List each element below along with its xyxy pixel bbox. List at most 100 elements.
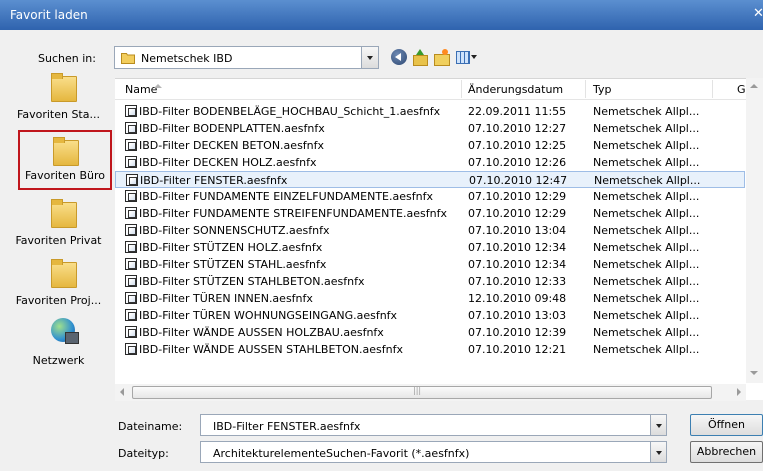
sort-ascending-icon — [154, 84, 162, 88]
file-type-cell: Nemetschek Allpl... — [593, 343, 700, 356]
file-icon — [125, 139, 137, 151]
file-name: IBD-Filter FUNDAMENTE STREIFENFUNDAMENTE… — [139, 207, 447, 220]
filetype-select[interactable]: ArchitekturelementeSuchen-Favorit (*.aes… — [200, 441, 667, 463]
file-name-cell: IBD-Filter FUNDAMENTE STREIFENFUNDAMENTE… — [125, 207, 470, 220]
file-name-cell: IBD-Filter WÄNDE AUSSEN HOLZBAU.aesfnfx — [125, 326, 470, 339]
filename-label: Dateiname: — [118, 420, 183, 433]
file-type-cell: Nemetschek Allpl... — [593, 275, 700, 288]
file-icon — [125, 258, 137, 270]
table-row[interactable]: IBD-Filter WÄNDE AUSSEN STAHLBETON.aesfn… — [115, 341, 745, 358]
look-in-combo[interactable]: Nemetschek IBD — [114, 46, 379, 69]
network-icon — [51, 318, 79, 344]
file-date-cell: 07.10.2010 12:47 — [469, 174, 568, 187]
scroll-right-icon[interactable] — [737, 388, 741, 396]
table-row[interactable]: IBD-Filter STÜTZEN STAHL.aesfnfx 07.10.20… — [115, 256, 745, 273]
column-divider[interactable] — [461, 80, 462, 98]
table-row[interactable]: IBD-Filter STÜTZEN STAHLBETON.aesfnfx 07.… — [115, 273, 745, 290]
table-row[interactable]: IBD-Filter FENSTER.aesfnfx 07.10.2010 12:… — [115, 171, 745, 188]
table-row[interactable]: IBD-Filter TÜREN WOHNUNGSEINGANG.aesfnfx… — [115, 307, 745, 324]
column-header-size[interactable]: G — [737, 83, 746, 96]
file-name: IBD-Filter BODENBELÄGE_HOCHBAU_Schicht_1… — [139, 105, 441, 118]
file-list[interactable]: Name Änderungsdatum Typ G IBD-Filter BOD… — [115, 78, 763, 400]
column-header-name[interactable]: Name — [125, 83, 157, 96]
file-type-cell: Nemetschek Allpl... — [593, 139, 700, 152]
column-divider[interactable] — [712, 80, 713, 98]
filename-field[interactable]: IBD-Filter FENSTER.aesfnfx — [200, 414, 667, 436]
close-icon[interactable]: ✕ — [753, 6, 763, 21]
file-name-cell: IBD-Filter BODENBELÄGE_HOCHBAU_Schicht_1… — [125, 105, 470, 118]
filename-value: IBD-Filter FENSTER.aesfnfx — [213, 420, 361, 433]
file-name-cell: IBD-Filter TÜREN WOHNUNGSEINGANG.aesfnfx — [125, 309, 470, 322]
table-row[interactable]: IBD-Filter TÜREN INNEN.aesfnfx 12.10.2010… — [115, 290, 745, 307]
table-row[interactable]: IBD-Filter BODENBELÄGE_HOCHBAU_Schicht_1… — [115, 103, 745, 120]
file-icon — [125, 156, 137, 168]
file-icon — [126, 174, 138, 186]
folder-icon — [121, 51, 135, 67]
look-in-dropdown-icon[interactable] — [361, 47, 378, 68]
list-header: Name Änderungsdatum Typ G — [115, 79, 763, 100]
file-date-cell: 07.10.2010 12:29 — [468, 207, 567, 220]
table-row[interactable]: IBD-Filter FUNDAMENTE EINZELFUNDAMENTE.a… — [115, 188, 745, 205]
file-name: IBD-Filter STÜTZEN HOLZ.aesfnfx — [139, 241, 323, 254]
file-name-cell: IBD-Filter DECKEN HOLZ.aesfnfx — [125, 156, 470, 169]
table-row[interactable]: IBD-Filter BODENPLATTEN.aesfnfx 07.10.201… — [115, 120, 745, 137]
file-name-cell: IBD-Filter SONNENSCHUTZ.aesfnfx — [125, 224, 470, 237]
file-date-cell: 07.10.2010 12:25 — [468, 139, 567, 152]
column-header-type[interactable]: Typ — [593, 83, 612, 96]
place-favoriten-projekt[interactable]: Favoriten Proj... — [8, 258, 109, 318]
scroll-up-icon[interactable] — [750, 84, 758, 88]
table-row[interactable]: IBD-Filter DECKEN HOLZ.aesfnfx 07.10.2010… — [115, 154, 745, 171]
file-type-cell: Nemetschek Allpl... — [593, 122, 700, 135]
filename-dropdown-icon[interactable] — [650, 415, 666, 435]
place-label: Favoriten Sta... — [17, 108, 100, 121]
file-name-cell: IBD-Filter TÜREN INNEN.aesfnfx — [125, 292, 470, 305]
file-type-cell: Nemetschek Allpl... — [593, 292, 700, 305]
file-icon — [125, 190, 137, 202]
file-icon — [125, 292, 137, 304]
place-netzwerk[interactable]: Netzwerk — [8, 318, 109, 378]
file-date-cell: 07.10.2010 12:29 — [468, 190, 567, 203]
file-date-cell: 07.10.2010 12:27 — [468, 122, 567, 135]
place-label: Favoriten Büro — [25, 169, 105, 182]
open-button[interactable]: Öffnen — [690, 414, 763, 436]
table-row[interactable]: IBD-Filter FUNDAMENTE STREIFENFUNDAMENTE… — [115, 205, 745, 222]
file-name-cell: IBD-Filter STÜTZEN STAHL.aesfnfx — [125, 258, 470, 271]
place-favoriten-buero[interactable]: Favoriten Büro — [18, 130, 112, 190]
place-label: Favoriten Proj... — [15, 294, 102, 307]
folder-icon — [53, 136, 79, 166]
file-name: IBD-Filter FUNDAMENTE EINZELFUNDAMENTE.a… — [139, 190, 433, 203]
table-row[interactable]: IBD-Filter SONNENSCHUTZ.aesfnfx 07.10.201… — [115, 222, 745, 239]
place-favoriten-privat[interactable]: Favoriten Privat — [8, 198, 109, 258]
file-date-cell: 07.10.2010 12:26 — [468, 156, 567, 169]
column-header-date[interactable]: Änderungsdatum — [468, 83, 563, 96]
file-type-cell: Nemetschek Allpl... — [593, 224, 700, 237]
file-name-cell: IBD-Filter DECKEN BETON.aesfnfx — [125, 139, 470, 152]
new-folder-icon[interactable] — [433, 49, 450, 66]
back-icon[interactable] — [391, 49, 407, 65]
cancel-button[interactable]: Abbrechen — [690, 441, 763, 463]
look-in-label: Suchen in: — [38, 52, 96, 65]
file-date-cell: 22.09.2011 11:55 — [468, 105, 567, 118]
file-name: IBD-Filter DECKEN HOLZ.aesfnfx — [139, 156, 317, 169]
file-type-cell: Nemetschek Allpl... — [593, 326, 700, 339]
file-date-cell: 07.10.2010 12:34 — [468, 241, 567, 254]
scroll-left-icon[interactable] — [120, 388, 124, 396]
table-row[interactable]: IBD-Filter DECKEN BETON.aesfnfx 07.10.201… — [115, 137, 745, 154]
horizontal-scrollbar[interactable] — [115, 384, 746, 401]
scrollbar-thumb[interactable] — [132, 386, 712, 399]
place-favoriten-standard[interactable]: Favoriten Sta... — [8, 72, 109, 132]
up-folder-icon[interactable] — [412, 49, 428, 66]
table-row[interactable]: IBD-Filter WÄNDE AUSSEN HOLZBAU.aesfnfx 0… — [115, 324, 745, 341]
file-name-cell: IBD-Filter BODENPLATTEN.aesfnfx — [125, 122, 470, 135]
vertical-scrollbar[interactable] — [746, 78, 763, 383]
file-icon — [125, 241, 137, 253]
view-menu-icon[interactable] — [456, 49, 478, 65]
scroll-down-icon[interactable] — [750, 371, 758, 375]
file-date-cell: 07.10.2010 13:03 — [468, 309, 567, 322]
filetype-dropdown-icon[interactable] — [650, 442, 666, 462]
file-icon — [125, 275, 137, 287]
file-icon — [125, 122, 137, 134]
table-row[interactable]: IBD-Filter STÜTZEN HOLZ.aesfnfx 07.10.201… — [115, 239, 745, 256]
file-name-cell: IBD-Filter FENSTER.aesfnfx — [126, 174, 471, 187]
column-divider[interactable] — [585, 80, 586, 98]
